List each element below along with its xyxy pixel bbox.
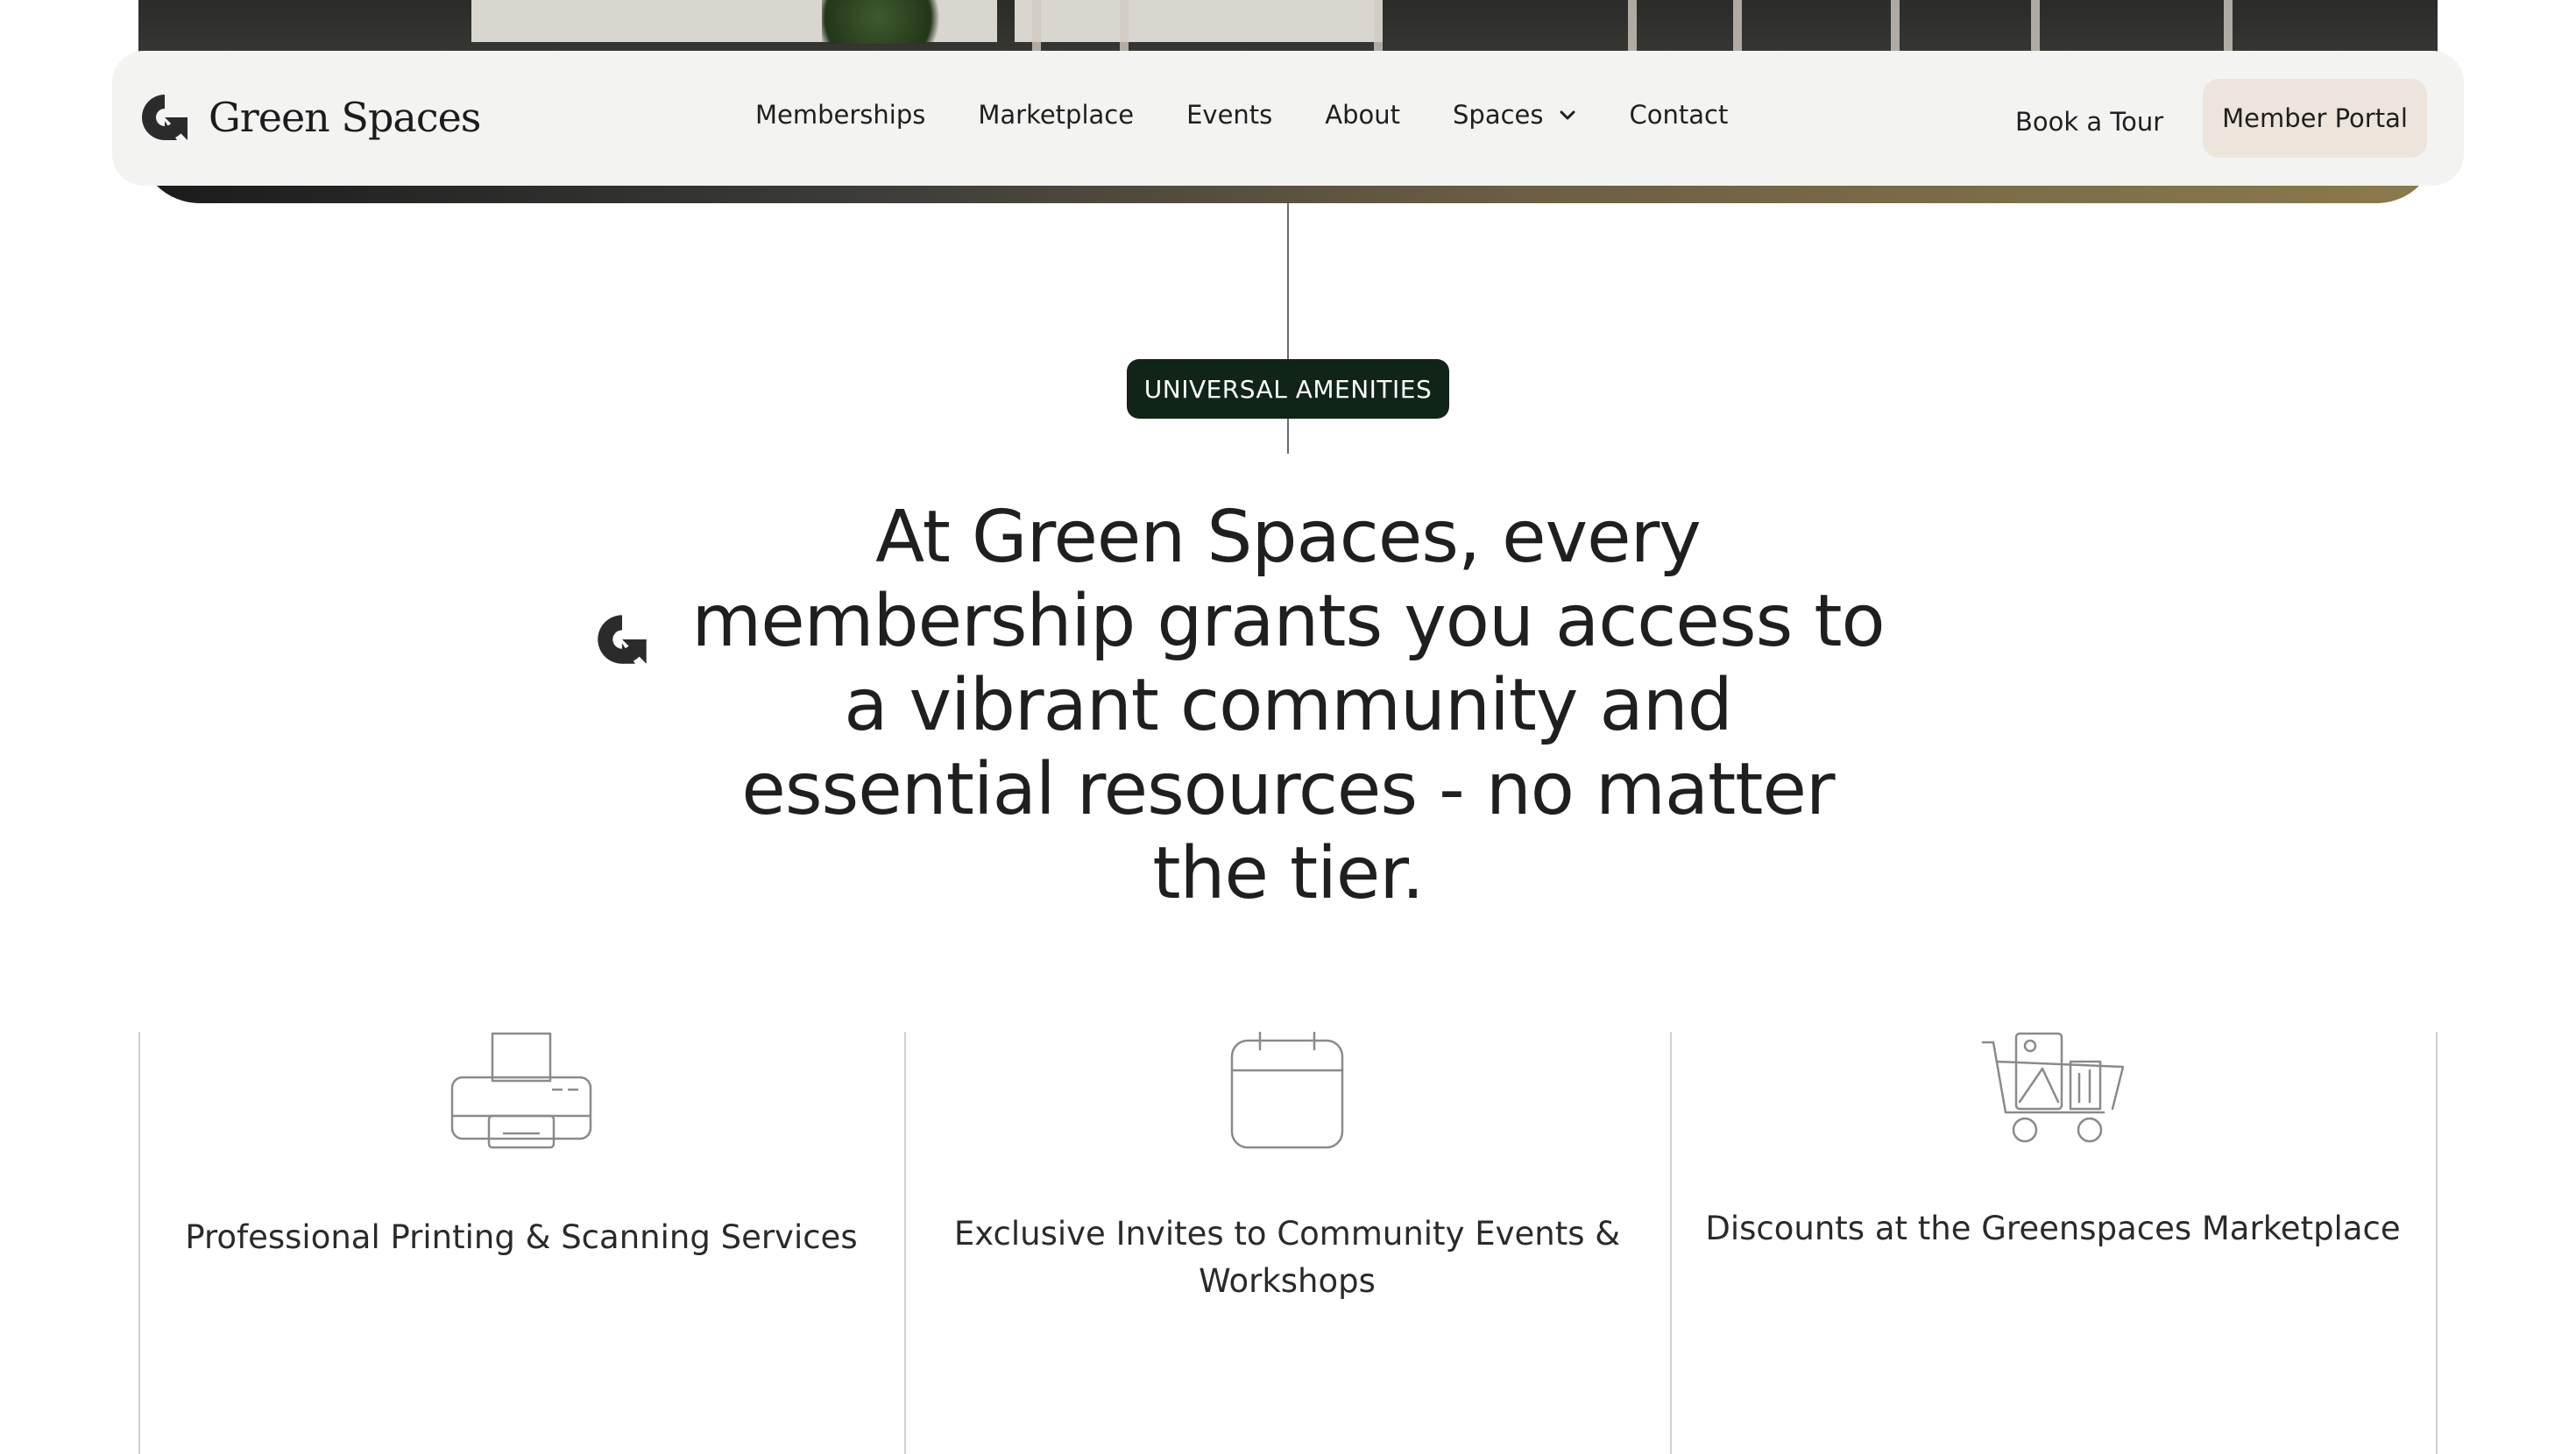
nav-marketplace[interactable]: Marketplace [978,100,1134,130]
photo-table [1015,0,1383,42]
nav-about[interactable]: About [1325,100,1400,130]
nav-spaces-dropdown[interactable]: Spaces [1453,100,1576,130]
photo-plant [822,0,962,44]
chevron-down-icon [1560,110,1575,120]
brand-mark-icon [598,615,647,664]
main-nav: Memberships Marketplace Events About Spa… [755,100,1728,130]
nav-spaces-label: Spaces [1453,100,1544,130]
shopping-cart-icon [1981,1032,2125,1143]
amenity-label: Professional Printing & Scanning Service… [185,1218,858,1256]
brand-mark-icon [142,95,188,140]
amenities-grid: Professional Printing & Scanning Service… [138,1032,2438,1454]
section-headline: At Green Spaces, every membership grants… [691,496,1885,915]
nav-memberships[interactable]: Memberships [755,100,925,130]
amenity-label: Exclusive Invites to Community Events & … [953,1215,1621,1300]
amenity-card-events: Exclusive Invites to Community Events & … [904,1032,1670,1454]
amenity-card-printing: Professional Printing & Scanning Service… [138,1032,904,1454]
amenity-card-marketplace: Discounts at the Greenspaces Marketplace [1670,1032,2436,1454]
section-badge: UNIVERSAL AMENITIES [1127,359,1449,419]
book-tour-link[interactable]: Book a Tour [2015,107,2163,137]
top-navbar: Green Spaces Memberships Marketplace Eve… [112,51,2464,186]
nav-contact[interactable]: Contact [1630,100,1729,130]
printer-icon [450,1032,592,1149]
nav-events[interactable]: Events [1186,100,1272,130]
column-divider [2436,1032,2438,1454]
brand-logo[interactable]: Green Spaces [138,91,481,144]
amenity-label: Discounts at the Greenspaces Marketplace [1705,1210,2401,1247]
calendar-icon [1230,1032,1344,1149]
brand-name: Green Spaces [209,94,481,141]
member-portal-button[interactable]: Member Portal [2203,79,2427,158]
